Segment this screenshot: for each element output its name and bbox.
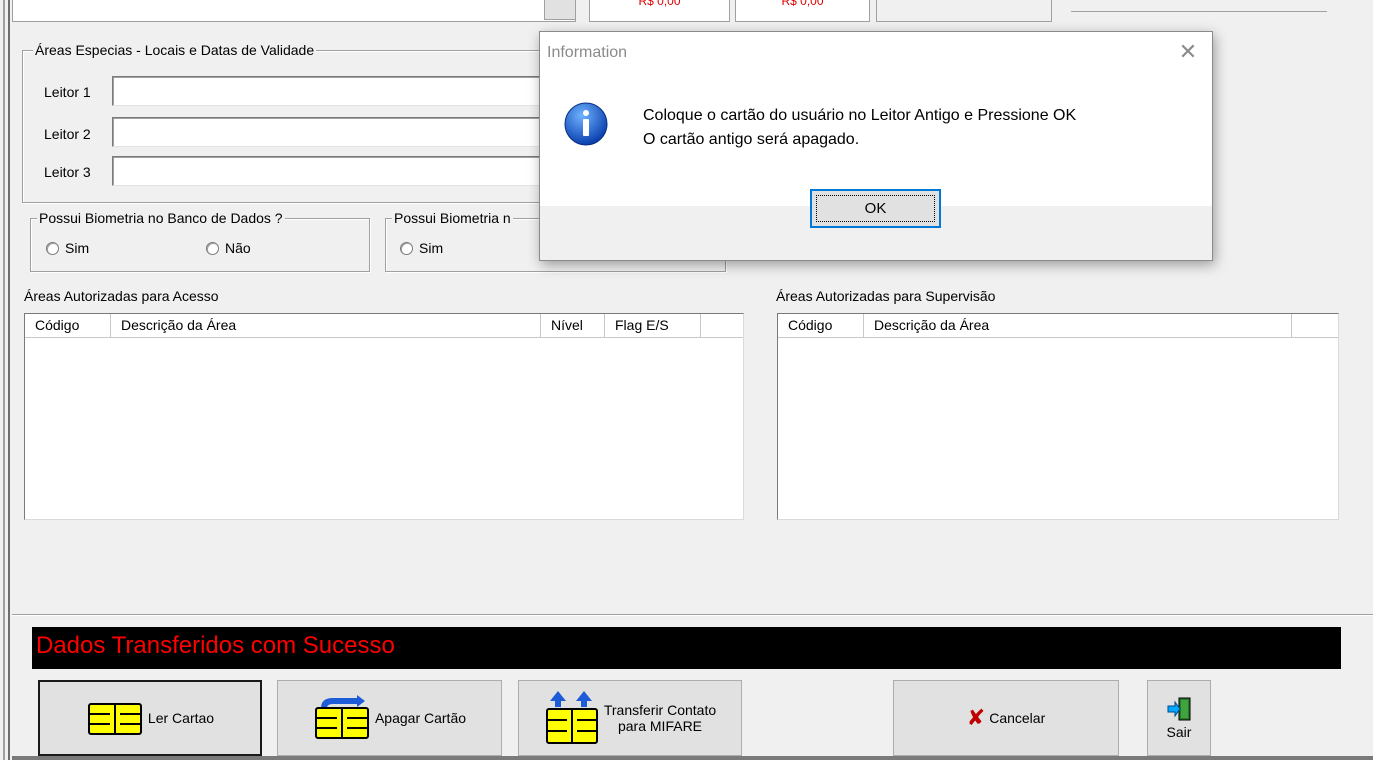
card-chip-icon	[87, 703, 142, 735]
status-message: Dados Transferidos com Sucesso	[32, 627, 1341, 669]
ler-cartao-button[interactable]: Ler Cartao	[38, 680, 262, 756]
biometria-banco-sim-radio[interactable]: Sim	[46, 240, 89, 256]
biometria-banco-nao-radio[interactable]: Não	[206, 240, 251, 256]
apagar-cartao-button[interactable]: Apagar Cartão	[277, 680, 502, 756]
dialog-titlebar[interactable]: Information ✕	[540, 32, 1212, 74]
erase-card-icon	[314, 695, 369, 739]
leitor-1-label: Leitor 1	[44, 84, 91, 100]
dialog-body: Coloque o cartão do usuário no Leitor An…	[540, 74, 1212, 206]
bottom-border	[12, 756, 1373, 760]
radio-circle-icon	[206, 241, 219, 255]
info-icon	[564, 102, 608, 146]
dialog-title: Information	[547, 44, 628, 61]
biometria-cartao-legend: Possui Biometria n	[392, 210, 513, 226]
col-codigo[interactable]: Código	[778, 314, 864, 338]
ler-cartao-label: Ler Cartao	[147, 710, 215, 726]
top-spin-button[interactable]	[544, 0, 576, 20]
ok-button[interactable]: OK	[810, 189, 941, 228]
separator	[12, 614, 1373, 616]
acesso-title: Áreas Autorizadas para Acesso	[24, 288, 219, 304]
col-empty	[701, 314, 743, 338]
sair-label: Sair	[1166, 724, 1192, 740]
window-left-border	[0, 0, 10, 760]
acesso-list[interactable]: Código Descrição da Área Nível Flag E/S	[24, 313, 744, 520]
col-nivel[interactable]: Nível	[541, 314, 605, 338]
top-value-1: R$ 0,00	[589, 0, 730, 22]
radio-label: Sim	[419, 240, 444, 256]
transferir-line-1: Transferir Contato	[603, 702, 717, 718]
transferir-mifare-button[interactable]: Transferir Contato para MIFARE	[518, 680, 742, 756]
supervisao-list[interactable]: Código Descrição da Área	[777, 313, 1339, 520]
leitor-3-label: Leitor 3	[44, 164, 91, 180]
transfer-card-icon	[545, 691, 598, 744]
exit-door-icon	[1167, 697, 1191, 721]
leitor-2-label: Leitor 2	[44, 126, 91, 142]
leitor-2-input[interactable]	[112, 117, 542, 147]
ok-label: OK	[816, 195, 935, 222]
biometria-cartao-sim-radio[interactable]: Sim	[400, 240, 443, 256]
leitor-1-input[interactable]	[112, 76, 542, 106]
leitor-3-input[interactable]	[112, 156, 542, 186]
dialog-message: Coloque o cartão do usuário no Leitor An…	[643, 107, 1077, 148]
col-descricao[interactable]: Descrição da Área	[111, 314, 541, 338]
sair-button[interactable]: Sair	[1147, 680, 1211, 756]
apagar-cartao-label: Apagar Cartão	[374, 710, 467, 726]
radio-label: Sim	[65, 240, 90, 256]
top-value-2: R$ 0,00	[735, 0, 870, 22]
supervisao-list-header: Código Descrição da Área	[778, 314, 1338, 338]
radio-circle-icon	[46, 241, 59, 255]
biometria-banco-legend: Possui Biometria no Banco de Dados ?	[37, 210, 285, 226]
top-field-4	[1071, 0, 1327, 12]
supervisao-title: Áreas Autorizadas para Supervisão	[776, 288, 996, 304]
cancelar-label: Cancelar	[989, 710, 1046, 726]
col-empty	[1292, 314, 1338, 338]
col-descricao[interactable]: Descrição da Área	[864, 314, 1292, 338]
top-field[interactable]	[12, 0, 576, 22]
information-dialog: Information ✕ Coloque o cartão do usuári…	[539, 31, 1213, 261]
cancel-x-icon: ✘	[966, 705, 986, 730]
close-icon[interactable]: ✕	[1176, 40, 1200, 64]
transferir-line-2: para MIFARE	[617, 718, 703, 734]
col-flag[interactable]: Flag E/S	[605, 314, 701, 338]
acesso-list-header: Código Descrição da Área Nível Flag E/S	[25, 314, 743, 338]
top-field-3	[876, 0, 1052, 22]
col-codigo[interactable]: Código	[25, 314, 111, 338]
cancelar-button[interactable]: ✘ Cancelar	[893, 680, 1119, 756]
radio-label: Não	[225, 240, 251, 256]
areas-especiais-legend: Áreas Especias - Locais e Datas de Valid…	[33, 42, 317, 58]
transferir-mifare-label: Transferir Contato para MIFARE	[604, 702, 716, 734]
radio-circle-icon	[400, 241, 413, 255]
